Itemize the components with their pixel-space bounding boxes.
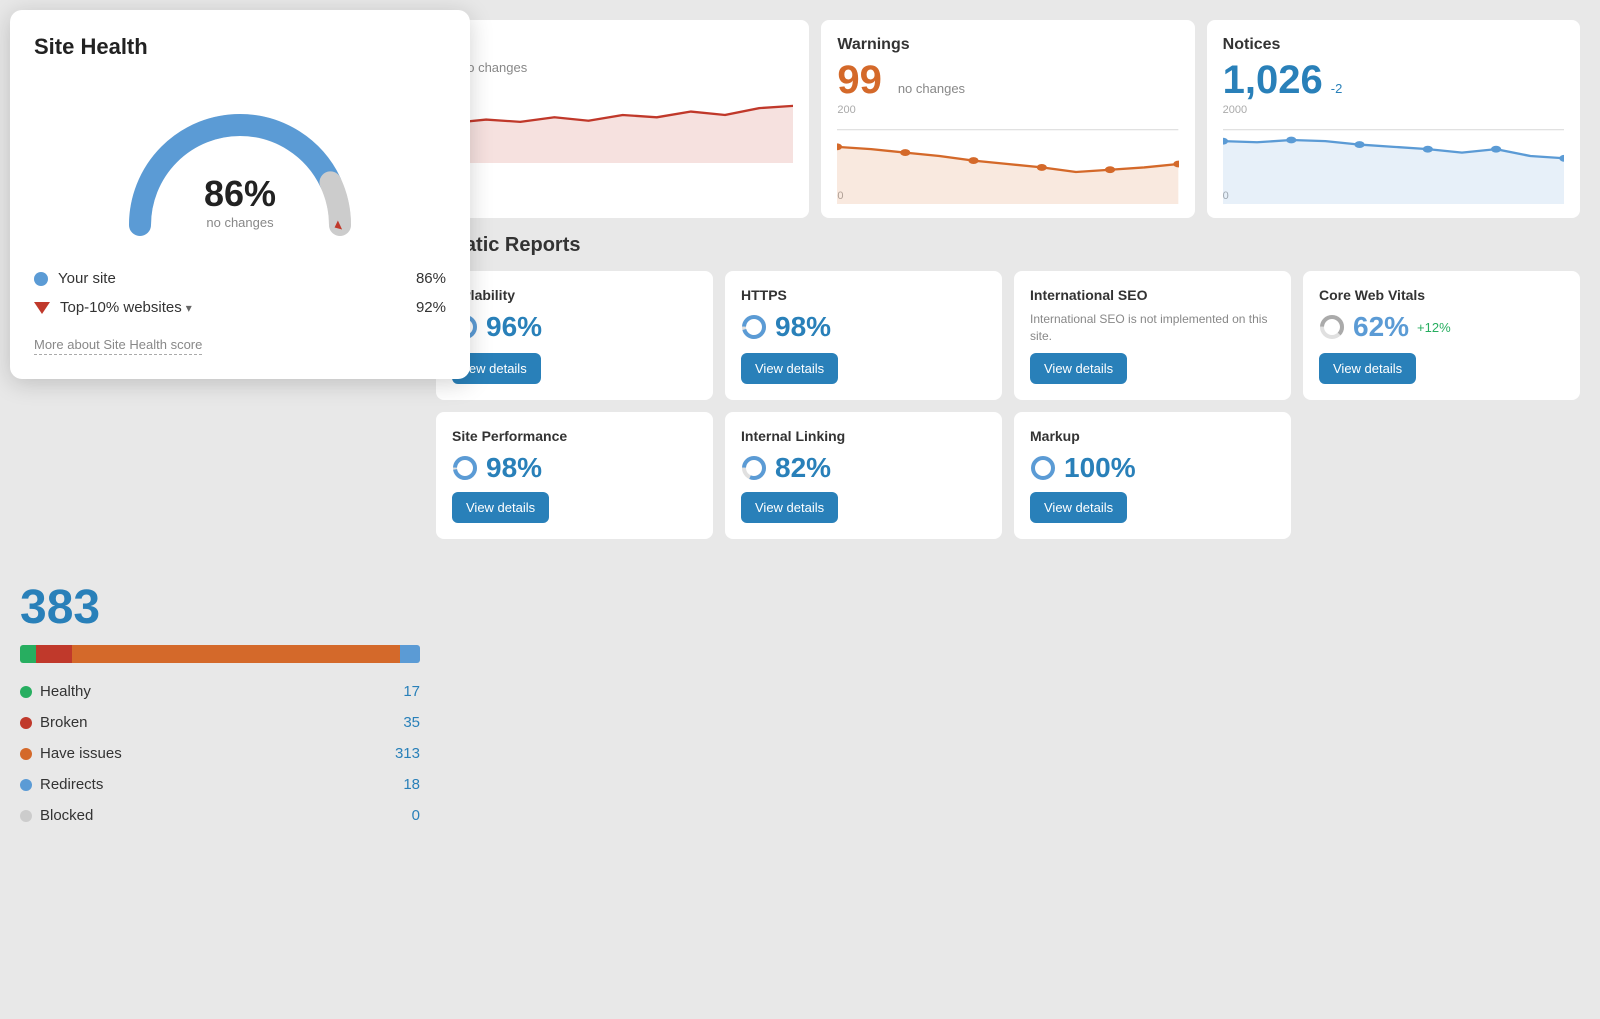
view-details-performance[interactable]: View details: [452, 492, 549, 523]
view-details-markup[interactable]: View details: [1030, 492, 1127, 523]
legend-label-broken: Broken: [40, 714, 88, 731]
donut-icon-cwv: [1319, 314, 1345, 340]
site-health-title: Site Health: [34, 34, 446, 60]
warnings-number: 99: [837, 60, 882, 100]
legend-item-healthy: Healthy 17: [20, 683, 420, 700]
errors-title: rs: [452, 36, 793, 54]
report-title-cwv: Core Web Vitals: [1319, 287, 1564, 303]
report-card-markup: Markup 100% View details: [1014, 412, 1291, 539]
top-stats: rs no changes Warnings 99 no changes: [436, 20, 1580, 218]
notices-change: -2: [1331, 81, 1343, 96]
donut-icon-performance: [452, 455, 478, 481]
legend-count-healthy: 17: [403, 683, 420, 700]
sh-dot-your-site: [34, 272, 48, 286]
report-title-markup: Markup: [1030, 428, 1275, 444]
report-title-crawlability: awlability: [452, 287, 697, 303]
warnings-chart: [837, 124, 1178, 204]
gauge-container: 86% no changes: [34, 80, 446, 250]
sh-label-your-site: Your site: [58, 270, 406, 287]
report-title-performance: Site Performance: [452, 428, 697, 444]
issues-legend: Healthy 17 Broken 35 Have issues 313 Red…: [20, 683, 420, 824]
legend-label-blocked: Blocked: [40, 807, 93, 824]
sh-legend-top-sites: Top-10% websites ▾ 92%: [34, 299, 446, 316]
notices-title: Notices: [1223, 36, 1564, 54]
view-details-int-seo[interactable]: View details: [1030, 353, 1127, 384]
report-title-int-seo: International SEO: [1030, 287, 1275, 303]
report-percentage-https: 98%: [775, 311, 831, 343]
dot-blocked: [20, 810, 32, 822]
legend-label-redirects: Redirects: [40, 776, 103, 793]
dot-issues: [20, 748, 32, 760]
report-note-int-seo: International SEO is not implemented on …: [1030, 311, 1275, 345]
bar-segment-healthy: [20, 645, 36, 663]
issues-total: 383: [20, 580, 420, 635]
view-details-internal-linking[interactable]: View details: [741, 492, 838, 523]
notices-card: Notices 1,026 -2 2000: [1207, 20, 1580, 218]
bar-segment-broken: [36, 645, 72, 663]
report-percentage-crawlability: 96%: [486, 311, 542, 343]
report-percentage-performance: 98%: [486, 452, 542, 484]
chevron-down-icon: ▾: [186, 301, 192, 315]
dot-broken: [20, 717, 32, 729]
legend-count-redirects: 18: [403, 776, 420, 793]
sh-percent-your-site: 86%: [416, 270, 446, 287]
report-change-cwv: +12%: [1417, 320, 1451, 335]
report-percentage-internal-linking: 82%: [775, 452, 831, 484]
legend-item-issues: Have issues 313: [20, 745, 420, 762]
sh-triangle-top-sites: [34, 302, 50, 314]
notices-number: 1,026: [1223, 60, 1323, 100]
issues-bar: [20, 645, 420, 663]
legend-label-healthy: Healthy: [40, 683, 91, 700]
errors-chart: [452, 83, 793, 163]
notices-chart-max: 2000: [1223, 104, 1247, 116]
bar-segment-issues: [72, 645, 400, 663]
report-card-cwv: Core Web Vitals 62% +12% View details: [1303, 271, 1580, 400]
legend-item-redirects: Redirects 18: [20, 776, 420, 793]
sh-percent-top-sites: 92%: [416, 299, 446, 316]
site-health-popup: Site Health 86% no changes Your site 86%: [10, 10, 470, 379]
report-title-https: HTTPS: [741, 287, 986, 303]
thematic-section: ematic Reports awlability 96% iew detail…: [436, 234, 1580, 539]
view-details-https[interactable]: View details: [741, 353, 838, 384]
report-card-https: HTTPS 98% View details: [725, 271, 1002, 400]
sh-dropdown-top-sites[interactable]: Top-10% websites ▾: [60, 299, 406, 316]
report-card-performance: Site Performance 98% View details: [436, 412, 713, 539]
report-title-internal-linking: Internal Linking: [741, 428, 986, 444]
legend-count-issues: 313: [395, 745, 420, 762]
donut-icon-internal-linking: [741, 455, 767, 481]
sh-legend-your-site: Your site 86%: [34, 270, 446, 287]
gauge-percent: 86%: [204, 173, 276, 215]
errors-card: rs no changes: [436, 20, 809, 218]
legend-label-issues: Have issues: [40, 745, 122, 762]
view-details-cwv[interactable]: View details: [1319, 353, 1416, 384]
dot-healthy: [20, 686, 32, 698]
report-card-crawlability: awlability 96% iew details: [436, 271, 713, 400]
bar-segment-redirects: [400, 645, 420, 663]
legend-count-broken: 35: [403, 714, 420, 731]
report-card-internal-linking: Internal Linking 82% View details: [725, 412, 1002, 539]
report-percentage-markup: 100%: [1064, 452, 1136, 484]
site-health-legend: Your site 86% Top-10% websites ▾ 92%: [34, 270, 446, 316]
more-about-score-link[interactable]: More about Site Health score: [34, 337, 202, 355]
warnings-change: no changes: [898, 81, 965, 96]
dot-redirects: [20, 779, 32, 791]
warnings-chart-max: 200: [837, 104, 855, 116]
report-card-int-seo: International SEO International SEO is n…: [1014, 271, 1291, 400]
notices-chart: [1223, 124, 1564, 204]
thematic-title: ematic Reports: [436, 234, 1580, 257]
gauge-center: 86% no changes: [204, 173, 276, 230]
donut-icon-https: [741, 314, 767, 340]
warnings-title: Warnings: [837, 36, 1178, 54]
warnings-card: Warnings 99 no changes 200: [821, 20, 1194, 218]
reports-grid: awlability 96% iew details HTTPS: [436, 271, 1580, 539]
donut-icon-markup: [1030, 455, 1056, 481]
sh-label-top-sites: Top-10% websites: [60, 299, 182, 316]
legend-item-blocked: Blocked 0: [20, 807, 420, 824]
legend-item-broken: Broken 35: [20, 714, 420, 731]
report-percentage-cwv: 62%: [1353, 311, 1409, 343]
gauge-subtitle: no changes: [204, 215, 276, 230]
legend-count-blocked: 0: [412, 807, 420, 824]
errors-change: no changes: [460, 60, 527, 75]
